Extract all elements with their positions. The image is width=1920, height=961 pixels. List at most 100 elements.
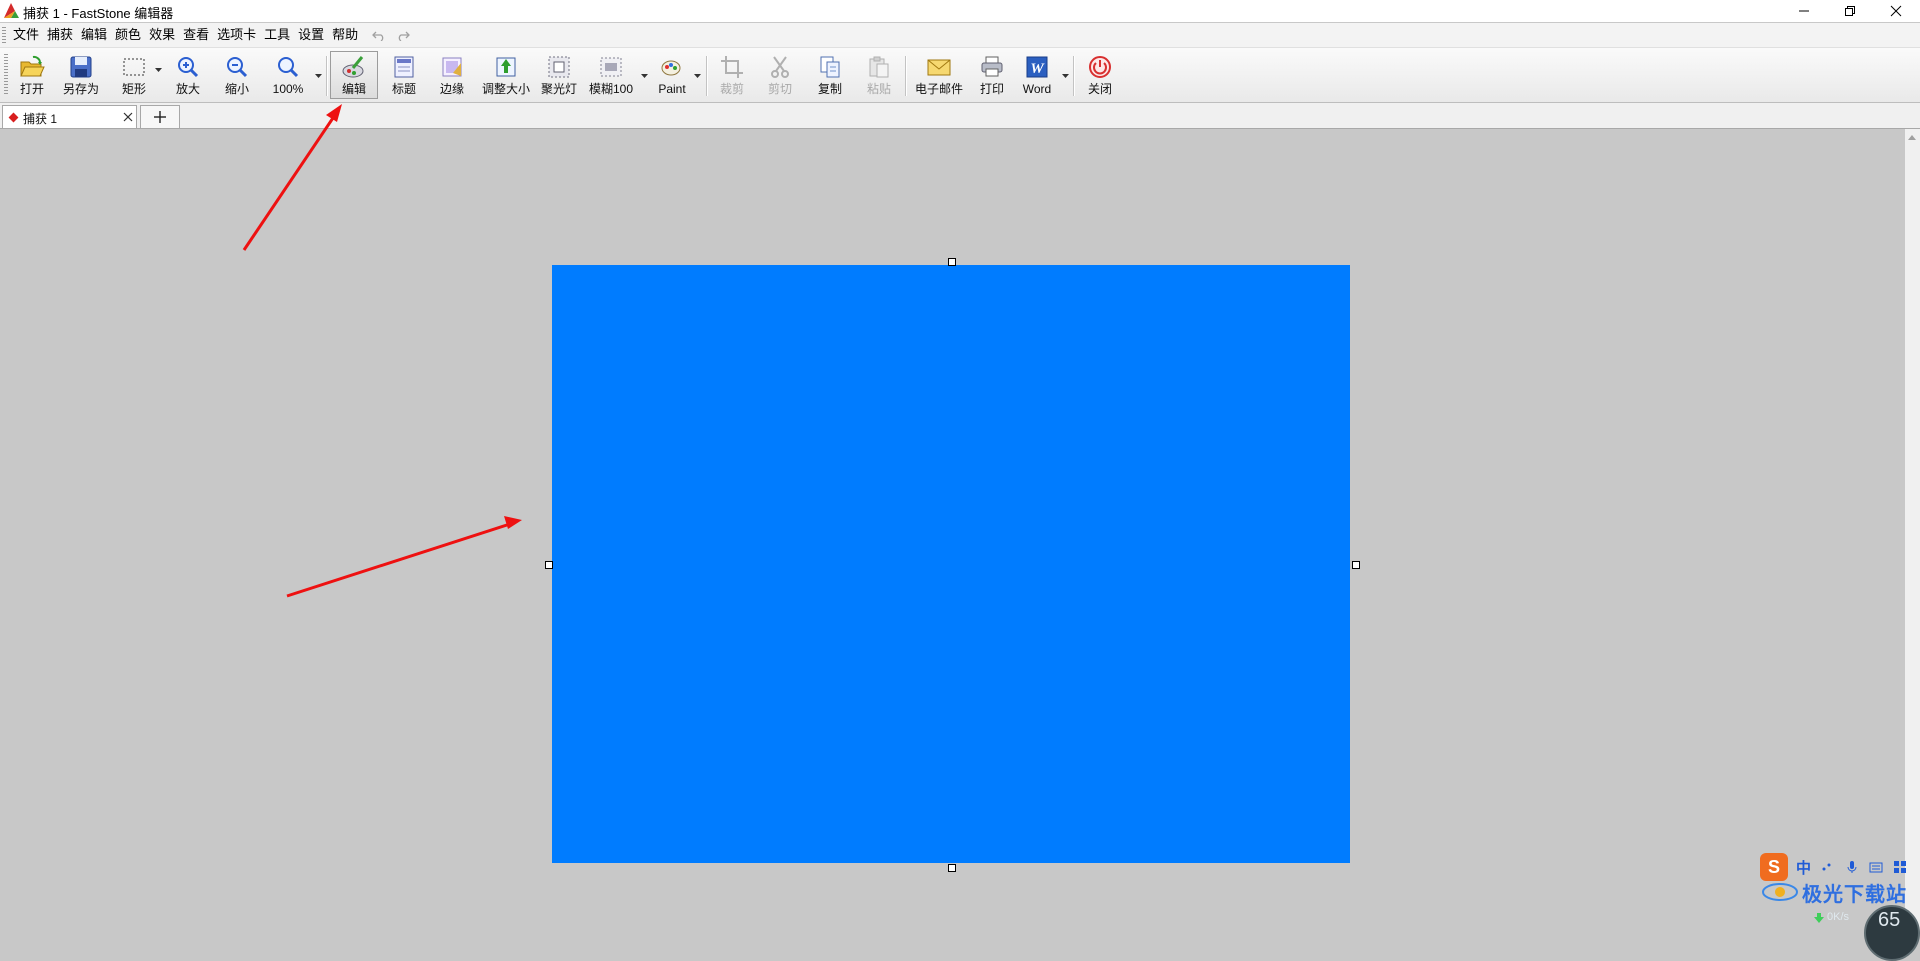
menu-file[interactable]: 文件 (12, 23, 47, 47)
minimize-button[interactable] (1781, 0, 1827, 22)
undo-button[interactable] (369, 25, 389, 45)
menu-view[interactable]: 查看 (182, 23, 217, 47)
menu-bar: 文件 捕获 编辑 颜色 效果 查看 选项卡 工具 设置 帮助 (0, 23, 1920, 48)
word-dropdown-icon[interactable] (1062, 74, 1069, 79)
rectangle-select-icon (123, 58, 145, 76)
email-button[interactable]: 电子邮件 (912, 52, 966, 100)
crop-button[interactable]: 裁剪 (712, 52, 752, 100)
edit-palette-icon (342, 56, 364, 78)
spotlight-icon (548, 56, 570, 78)
power-icon (1089, 56, 1111, 78)
word-icon: W (1026, 56, 1048, 78)
paint-label: Paint (658, 82, 686, 96)
keyboard-icon[interactable] (1869, 860, 1883, 874)
watermark-text: 极光下载站 (1802, 884, 1907, 906)
resize-handle-bottom[interactable] (948, 864, 956, 872)
blur-dropdown-icon[interactable] (641, 74, 648, 79)
scissors-icon (771, 56, 789, 78)
paste-icon (869, 56, 889, 78)
gauge-value: 65 (1878, 909, 1901, 931)
zoom-magnifier-icon (278, 57, 299, 78)
zoom-level-button[interactable]: 100% (268, 52, 308, 100)
paint-button[interactable]: Paint (652, 52, 692, 100)
vertical-scrollbar[interactable] (1905, 129, 1920, 931)
paste-button[interactable]: 粘贴 (859, 52, 899, 100)
window-title: 捕获 1 - FastStone 编辑器 (23, 6, 174, 21)
resize-label: 调整大小 (481, 82, 530, 96)
zoom-in-label: 放大 (175, 82, 200, 96)
spotlight-button[interactable]: 聚光灯 (538, 52, 580, 100)
menu-edit[interactable]: 编辑 (80, 23, 115, 47)
tab-label: 捕获 1 (23, 112, 58, 126)
menu-grip (2, 27, 6, 43)
rect-select-button[interactable]: 矩形 (114, 52, 154, 100)
paint-dropdown-icon[interactable] (694, 74, 701, 79)
copy-icon (820, 56, 840, 78)
zoom-out-icon (227, 57, 248, 78)
print-button[interactable]: 打印 (972, 52, 1012, 100)
save-as-button[interactable]: 另存为 (58, 52, 104, 100)
resize-handle-top[interactable] (948, 258, 956, 266)
copy-label: 复制 (817, 82, 842, 96)
resize-icon (496, 57, 516, 77)
punctuation-icon[interactable] (1821, 860, 1835, 874)
edge-icon (442, 57, 462, 77)
close-icon (1890, 5, 1902, 17)
toolbox-icon[interactable] (1893, 860, 1907, 874)
menu-help[interactable]: 帮助 (331, 23, 366, 47)
zoom-in-button[interactable]: 放大 (168, 52, 208, 100)
close-label: 关闭 (1087, 82, 1112, 96)
open-label: 打开 (19, 82, 44, 96)
blur-button[interactable]: 模糊100 (586, 52, 636, 100)
title-bar: 捕获 1 - FastStone 编辑器 (0, 0, 1920, 22)
tab-capture-1[interactable]: 捕获 1 (2, 105, 137, 128)
close-button[interactable]: 关闭 (1080, 52, 1120, 100)
restore-button[interactable] (1827, 0, 1873, 22)
cut-button[interactable]: 剪切 (760, 52, 800, 100)
edge-button[interactable]: 边缘 (432, 52, 472, 100)
captured-image[interactable] (552, 265, 1350, 863)
menu-capture[interactable]: 捕获 (46, 23, 81, 47)
blur-icon (600, 57, 622, 77)
save-disk-icon (70, 56, 92, 78)
word-button[interactable]: W Word (1017, 52, 1057, 100)
open-button[interactable]: 打开 (12, 52, 52, 100)
close-window-button[interactable] (1873, 0, 1919, 22)
download-arrow-icon (1814, 913, 1824, 923)
resize-handle-left[interactable] (545, 561, 553, 569)
paint-icon (661, 60, 681, 76)
edit-button[interactable]: 编辑 (330, 51, 378, 99)
scroll-up-arrow-icon[interactable] (1907, 133, 1917, 143)
caption-label: 标题 (391, 82, 416, 96)
faststone-app-icon (4, 3, 19, 18)
redo-button[interactable] (393, 25, 413, 45)
minimize-icon (1799, 10, 1809, 12)
crop-label: 裁剪 (719, 82, 744, 96)
svg-text:W: W (1030, 61, 1045, 77)
menu-effects[interactable]: 效果 (148, 23, 183, 47)
resize-button[interactable]: 调整大小 (478, 52, 534, 100)
menu-settings[interactable]: 设置 (297, 23, 332, 47)
watermark: 极光下载站 (1760, 876, 1920, 906)
resize-handle-right[interactable] (1352, 561, 1360, 569)
caption-button[interactable]: 标题 (384, 52, 424, 100)
rect-dropdown-icon[interactable] (155, 68, 162, 73)
menu-color[interactable]: 颜色 (114, 23, 149, 47)
email-envelope-icon (927, 59, 951, 76)
microphone-icon[interactable] (1845, 860, 1859, 874)
menu-tabs[interactable]: 选项卡 (216, 23, 264, 47)
copy-button[interactable]: 复制 (810, 52, 850, 100)
close-tab-icon[interactable] (121, 110, 135, 124)
menu-tools[interactable]: 工具 (263, 23, 298, 47)
watermark-logo-icon (1762, 883, 1798, 901)
tab-strip: 捕获 1 (0, 103, 1920, 129)
ime-mode[interactable]: 中 (1796, 857, 1811, 878)
rect-select-label: 矩形 (121, 82, 146, 96)
network-speed-widget: 0K/s 65 (1800, 905, 1920, 961)
zoom-dropdown-icon[interactable] (315, 74, 322, 79)
crop-icon (721, 56, 743, 78)
new-tab-button[interactable] (140, 105, 180, 128)
spotlight-label: 聚光灯 (540, 82, 577, 96)
toolbar-separator (1073, 56, 1074, 96)
zoom-out-button[interactable]: 缩小 (217, 52, 257, 100)
